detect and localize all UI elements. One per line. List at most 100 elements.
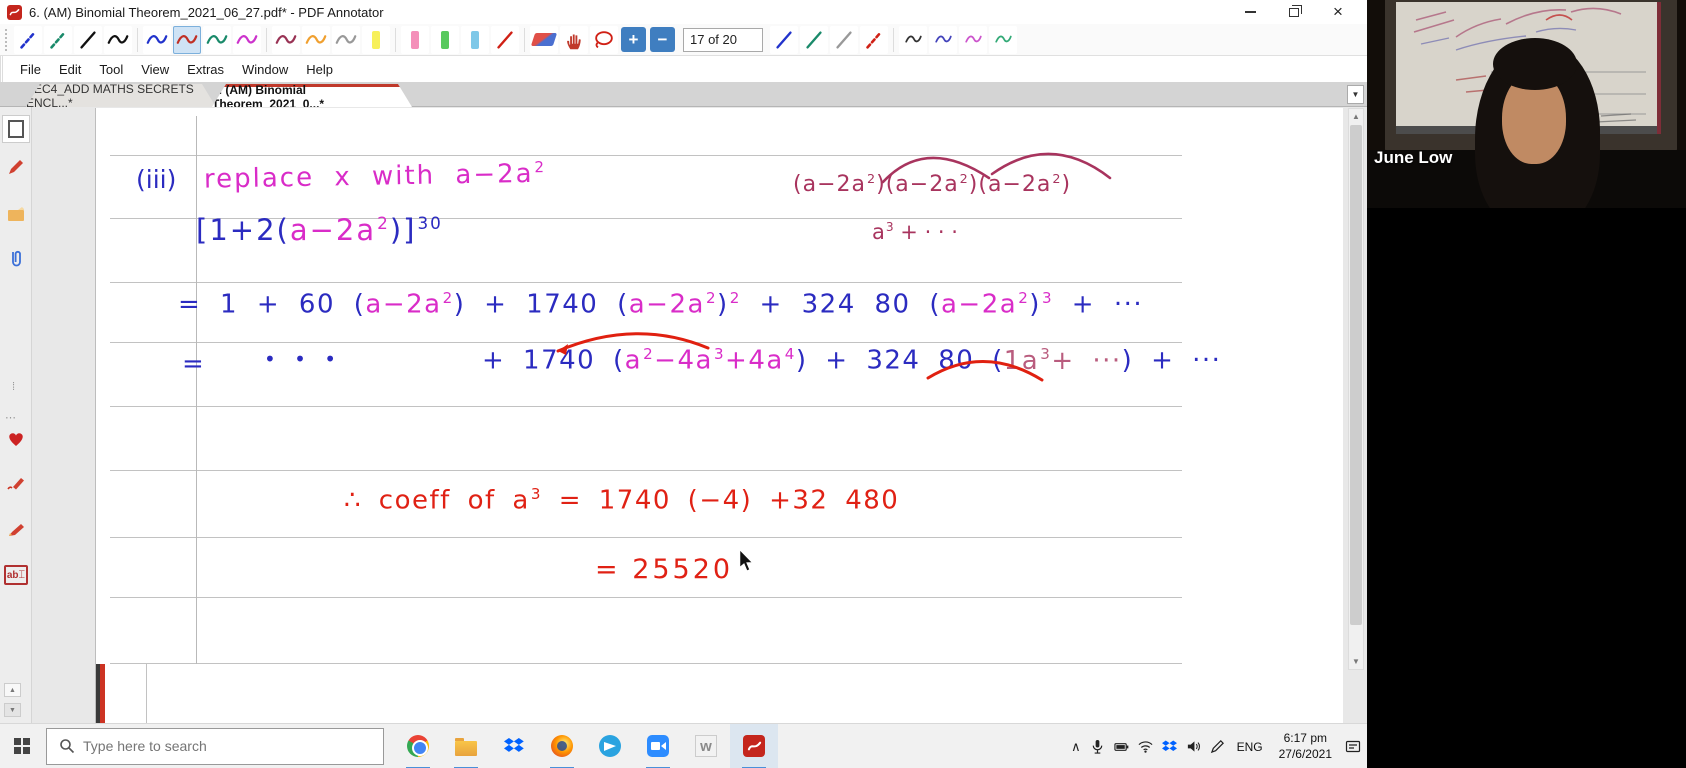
vertical-scrollbar[interactable]: ▲ ▼ bbox=[1348, 108, 1364, 670]
pen-wave-blue-icon[interactable] bbox=[143, 25, 171, 54]
close-button[interactable]: × bbox=[1316, 0, 1360, 24]
sidebar-pen-tab[interactable] bbox=[2, 469, 30, 497]
sidebar-pages-tab[interactable] bbox=[2, 115, 30, 143]
screen: 6. (AM) Binomial Theorem_2021_06_27.pdf*… bbox=[0, 0, 1686, 768]
taskbar-search[interactable]: Type here to search bbox=[46, 727, 384, 765]
scrollbar-thumb[interactable] bbox=[1350, 125, 1362, 625]
tab-list-dropdown[interactable]: ▼ bbox=[1347, 85, 1364, 104]
taskbar-w-app-button[interactable]: w bbox=[682, 724, 730, 768]
menu-tool[interactable]: Tool bbox=[90, 58, 132, 81]
sidebar-annotations-tab[interactable] bbox=[2, 153, 30, 181]
search-icon bbox=[60, 739, 75, 754]
marker-icon bbox=[9, 524, 24, 536]
taskbar-zoom-button[interactable] bbox=[634, 724, 682, 768]
clock[interactable]: 6:17 pm 27/6/2021 bbox=[1275, 731, 1336, 762]
minimize-button[interactable] bbox=[1228, 0, 1272, 24]
menu-file[interactable]: File bbox=[11, 58, 50, 81]
wave-small-blue-icon[interactable] bbox=[929, 25, 957, 54]
pen-wave-orange-icon[interactable] bbox=[302, 25, 330, 54]
battery-icon bbox=[1113, 743, 1128, 751]
annotation-coefficient: ∴ coeff of a3 = 1740 (−4) +32 480 bbox=[344, 485, 900, 516]
language-indicator[interactable]: ENG bbox=[1234, 740, 1266, 754]
tray-battery[interactable] bbox=[1113, 739, 1129, 754]
webcam-video[interactable]: June Low bbox=[1367, 0, 1686, 208]
line-blue-icon[interactable] bbox=[770, 25, 798, 54]
pen-icon bbox=[1210, 740, 1224, 754]
pen-wave-green-icon[interactable] bbox=[203, 25, 231, 54]
pdf-page[interactable]: (iii) replace x with a−2a2 [1+2(a−2a2)]3… bbox=[96, 108, 1343, 723]
scroll-up-button[interactable]: ▲ bbox=[1349, 109, 1363, 124]
wave-small-green-icon[interactable] bbox=[989, 25, 1017, 54]
menu-window[interactable]: Window bbox=[233, 58, 297, 81]
title-bar: 6. (AM) Binomial Theorem_2021_06_27.pdf*… bbox=[0, 0, 1367, 24]
annotation-a-cubed: a3 + · · · bbox=[872, 220, 958, 244]
sidebar-marker-tab[interactable] bbox=[2, 515, 30, 543]
wave-small-magenta-icon[interactable] bbox=[959, 25, 987, 54]
annotation-replace: replace x with a−2a2 bbox=[203, 158, 547, 195]
taskbar-chrome-button[interactable] bbox=[394, 724, 442, 768]
pen-black-icon[interactable] bbox=[74, 25, 102, 54]
splitter-handle[interactable]: ⁞ bbox=[12, 382, 15, 393]
menu-help[interactable]: Help bbox=[297, 58, 342, 81]
menu-edit[interactable]: Edit bbox=[50, 58, 90, 81]
tab-sec4-add-maths[interactable]: SEC4_ADD MATHS SECRETS ENCL...* bbox=[26, 84, 216, 107]
annotation-expansion-line1: = 1 + 60 (a−2a2) + 1740 (a−2a2)2 + 324 8… bbox=[178, 289, 1144, 320]
tab-binomial-theorem[interactable]: 6. (AM) Binomial Theorem_2021_0...* bbox=[212, 84, 412, 107]
pen-dashed-blue-icon[interactable] bbox=[14, 25, 42, 54]
document-area: ⁞ ⋯ ab ⌶ ▲ ▼ (iii) replace x with a−2a2 … bbox=[0, 107, 1367, 723]
maximize-button[interactable] bbox=[1272, 0, 1316, 24]
pen-wave-magenta-icon[interactable] bbox=[233, 25, 261, 54]
taskbar-dropbox-button[interactable] bbox=[490, 724, 538, 768]
highlighter-pink-icon[interactable] bbox=[401, 25, 429, 54]
pen-wave-grey-icon[interactable] bbox=[332, 25, 360, 54]
zoom-in-button[interactable]: + bbox=[621, 27, 646, 52]
pen-wave-darkred-icon[interactable] bbox=[272, 25, 300, 54]
tray-dropbox[interactable] bbox=[1161, 739, 1177, 754]
menu-view[interactable]: View bbox=[132, 58, 178, 81]
window-title: 6. (AM) Binomial Theorem_2021_06_27.pdf*… bbox=[29, 4, 384, 20]
scroll-down-button[interactable]: ▼ bbox=[1349, 654, 1363, 669]
tray-microphone[interactable] bbox=[1090, 739, 1105, 754]
pen-wave-red-icon[interactable] bbox=[173, 25, 201, 54]
taskbar-messaging-button[interactable] bbox=[586, 724, 634, 768]
pen-dashed-green-icon[interactable] bbox=[44, 25, 72, 54]
taskbar-file-explorer-button[interactable] bbox=[442, 724, 490, 768]
annotation-result: = 25520 bbox=[595, 554, 734, 585]
line-red-dashed-icon[interactable] bbox=[860, 25, 888, 54]
ruled-line bbox=[110, 406, 1182, 407]
splitter-handle-2[interactable]: ⋯ bbox=[5, 411, 16, 424]
sidebar-documents-tab[interactable] bbox=[2, 201, 30, 229]
tray-pen[interactable] bbox=[1210, 739, 1225, 754]
highlighter-green-icon[interactable] bbox=[431, 25, 459, 54]
tray-wifi[interactable] bbox=[1138, 739, 1153, 754]
w-app-icon: w bbox=[695, 735, 717, 757]
taskbar-pdf-annotator-button[interactable] bbox=[730, 723, 778, 768]
sidebar-scroll-down[interactable]: ▼ bbox=[4, 703, 21, 717]
sidebar-textbox-tab[interactable]: ab ⌶ bbox=[4, 565, 28, 585]
sidebar-favorites-tab[interactable] bbox=[2, 425, 30, 453]
lasso-icon[interactable] bbox=[590, 25, 618, 54]
tray-chevron-up[interactable]: ∧ bbox=[1071, 739, 1081, 755]
highlighter-blue-icon[interactable] bbox=[461, 25, 489, 54]
highlighter-yellow-icon[interactable] bbox=[362, 25, 390, 54]
pen-line-red-icon[interactable] bbox=[491, 25, 519, 54]
taskbar-firefox-button[interactable] bbox=[538, 724, 586, 768]
tray-notifications[interactable] bbox=[1345, 739, 1361, 755]
line-green-icon[interactable] bbox=[800, 25, 828, 54]
zoom-out-button[interactable]: − bbox=[650, 27, 675, 52]
pen-wave-black-icon[interactable] bbox=[104, 25, 132, 54]
hand-tool-icon[interactable] bbox=[560, 25, 588, 54]
line-grey-icon[interactable] bbox=[830, 25, 858, 54]
date: 27/6/2021 bbox=[1278, 746, 1332, 761]
item-label: (iii) bbox=[136, 165, 177, 194]
page-indicator-input[interactable] bbox=[683, 27, 763, 52]
messaging-icon bbox=[599, 735, 621, 757]
sidebar-attachments-tab[interactable] bbox=[2, 245, 30, 273]
start-button[interactable] bbox=[0, 724, 44, 768]
tray-speaker[interactable] bbox=[1186, 739, 1201, 754]
eraser-icon[interactable] bbox=[530, 25, 558, 54]
wave-small-black-icon[interactable] bbox=[899, 25, 927, 54]
menu-extras[interactable]: Extras bbox=[178, 58, 233, 81]
toolbar-grip[interactable] bbox=[5, 28, 10, 51]
sidebar-scroll-up[interactable]: ▲ bbox=[4, 683, 21, 697]
